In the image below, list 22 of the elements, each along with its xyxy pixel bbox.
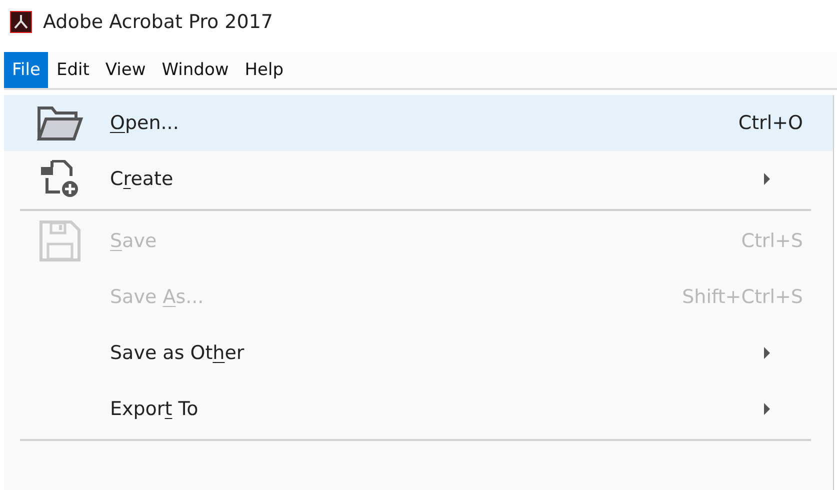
menu-bar-item[interactable]: View [97,52,154,88]
shortcut-label: Ctrl+O [738,112,803,134]
menu-item-label: Save as Other [110,342,244,364]
folder-icon [37,105,83,141]
shortcut-label: Shift+Ctrl+S [682,286,803,308]
menu-item-label: Save [110,230,157,252]
menu-item[interactable]: Create [4,151,833,207]
menu-bar-item[interactable]: Help [236,52,292,88]
shortcut-label: Ctrl+S [741,230,803,252]
menu-bar-item[interactable]: File [4,52,48,88]
menu-item[interactable]: Open... Ctrl+O [4,95,833,151]
menu-item-label: Export To [110,398,198,420]
menu-item-label: Save As... [110,286,204,308]
menu-bar-item[interactable]: Window [154,52,237,88]
window-title: Adobe Acrobat Pro 2017 [43,11,273,33]
menu-bar-item[interactable]: Edit [48,52,98,88]
menu-item[interactable]: Export To [4,381,833,437]
menu-item[interactable]: Save as Other [4,325,833,381]
menu-item-label: Create [110,168,174,190]
menu-item-label: Open... [110,112,179,134]
app-logo-icon [10,11,32,33]
create-file-icon [40,160,80,198]
